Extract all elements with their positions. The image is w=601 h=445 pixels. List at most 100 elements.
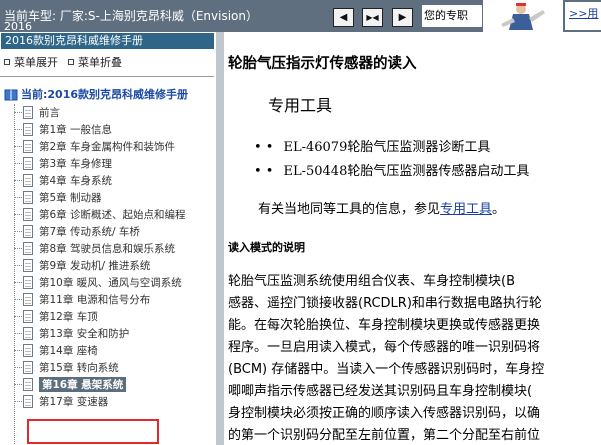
reference-text: 有关当地同等工具的信息，参见 [258,202,441,217]
document-icon [23,139,33,153]
back-button[interactable]: ◀ [333,8,354,27]
highlight-box [27,419,159,444]
reference-paragraph: 有关当地同等工具的信息，参见专用工具。 [258,198,505,217]
menu-controls: 菜单展开 菜单折叠 [4,54,122,70]
tree-item[interactable]: 第13章 安全和防护 [14,325,129,341]
tree-item-label: 第16章 悬架系统 [39,376,127,392]
document-icon [23,122,33,136]
document-icon [23,190,33,204]
triangle-right-icon: ▶ [398,12,407,23]
section-heading: 读入模式的说明 [228,241,305,254]
collapse-all-button[interactable]: 菜单折叠 [68,54,122,70]
reference-end: 。 [492,202,506,217]
tree-item[interactable]: 第17章 变速器 [14,393,108,409]
tree-item-label: 第17章 变速器 [39,395,109,408]
paragraph-line: 的第一个识别码分配至左前位置，第二个分配至右前位 [228,428,541,443]
tree-item[interactable]: 前言 [14,104,60,120]
document-icon [23,360,33,374]
vehicle-label: 当前车型: 厂家:S-上海别克昂科威（Envision） [4,9,259,23]
paragraph-line: 轮胎气压监测系统使用组合仪表、车身控制模块(B [228,274,515,289]
tool-label: EL-46079轮胎气压监测器诊断工具 [283,140,491,155]
expand-all-button[interactable]: 菜单展开 [4,54,58,70]
content-pane: 轮胎气压指示灯传感器的读入 专用工具 • • EL-46079轮胎气压监测器诊断工… [224,32,601,445]
paragraph-line: 程序。一旦启用读入模式，每个传感器的唯一识别码将 [228,340,541,355]
tree-item[interactable]: 第12章 车顶 [14,308,98,324]
document-icon [23,292,33,306]
document-icon [23,258,33,272]
tree-item[interactable]: 第2章 车身金属构件和装饰件 [14,138,175,154]
document-icon [23,343,33,357]
document-icon [23,377,33,391]
tree-item[interactable]: 第8章 驾驶员信息和娱乐系统 [14,240,175,256]
square-icon [68,59,74,65]
document-icon [23,105,33,119]
tree-item-label: 前言 [39,106,60,119]
tree-item[interactable]: 第11章 电源和信号分布 [14,291,150,307]
tree-item[interactable]: 第5章 制动器 [14,189,102,205]
bullet-icon: • • [254,164,274,179]
panel-splitter[interactable] [216,32,224,445]
document-icon [23,207,33,221]
current-node[interactable]: 当前:2016款别克昂科威维修手册 [4,86,188,102]
tree-item[interactable]: 第1章 一般信息 [14,121,112,137]
forward-button[interactable]: ▶ [392,8,413,27]
document-icon [23,224,33,238]
tree-connector [14,196,22,198]
tree-item[interactable]: 第6章 诊断概述、起始点和编程 [14,206,186,222]
tree-item-label: 第7章 传动系统/ 车桥 [39,225,140,238]
current-node-label: 当前:2016款别克昂科威维修手册 [21,88,189,101]
manual-title: 2016款别克昂科威维修手册 [1,33,214,49]
tree-item[interactable]: 第16章 悬架系统 [14,376,127,392]
tree-item[interactable]: 第3章 车身修理 [14,155,112,171]
tree-item-label: 第12章 车顶 [39,310,98,323]
page-title: 轮胎气压指示灯传感器的读入 [228,55,417,72]
tools-heading: 专用工具 [268,96,333,115]
tool-item: • • EL-50448轮胎气压监测器传感器启动工具 [254,160,529,179]
more-link[interactable]: >>用 [569,5,598,21]
tree-connector [14,111,22,113]
tree-item[interactable]: 第7章 传动系统/ 车桥 [14,223,140,239]
paragraph-line: 身控制模块必须按正确的顺序读入传感器识别码，以确 [228,406,541,421]
tree-item-label: 第5章 制动器 [39,191,102,204]
tree-item[interactable]: 第14章 座椅 [14,342,98,358]
tree-item-label: 第11章 电源和信号分布 [39,293,151,306]
top-bar: 当前车型: 厂家:S-上海别克昂科威（Envision） 2016 ◀ ▶◀ ▶… [0,0,601,32]
paragraph-line: 能。在每次轮胎换位、车身控制模块更换或传感器更换 [228,318,541,333]
tree-connector [14,332,22,334]
sidebar: 2016款别克昂科威维修手册 菜单展开 菜单折叠 当前:2016款别克昂科威维修… [0,32,217,445]
tree-item-label: 第8章 驾驶员信息和娱乐系统 [39,242,176,255]
more-panel: >>用 [564,2,601,30]
divider [0,76,214,77]
tree-connector [14,264,22,266]
tree-item[interactable]: 第9章 发动机/ 推进系统 [14,257,150,273]
tree-item-label: 第3章 车身修理 [39,157,113,170]
tree-connector [14,145,22,147]
mechanic-icon [483,0,563,32]
expand-button[interactable]: ▶◀ [362,8,383,27]
tree-item-label: 第4章 车身系统 [39,174,113,187]
tree-item-label: 第13章 安全和防护 [39,327,130,340]
expert-panel: 您的专职 [422,5,482,27]
square-icon [4,59,10,65]
expand-arrows-icon: ▶◀ [366,13,379,22]
document-icon [23,394,33,408]
paragraph-line: (BCM) 存储器中。当读入一个传感器识别码时，车身控 [228,362,545,377]
year-label: 2016 [4,20,32,33]
collapse-all-label: 菜单折叠 [78,56,122,69]
tool-item: • • EL-46079轮胎气压监测器诊断工具 [254,136,490,155]
document-icon [23,156,33,170]
special-tools-link[interactable]: 专用工具 [440,202,492,217]
tree-item[interactable]: 第15章 转向系统 [14,359,119,375]
bullet-icon: • • [254,140,274,155]
tree-item[interactable]: 第10章 暖风、通风与空调系统 [14,274,182,290]
tool-label: EL-50448轮胎气压监测器传感器启动工具 [283,164,530,179]
tree-item-label: 第2章 车身金属构件和装饰件 [39,140,176,153]
tree-item[interactable]: 第4章 车身系统 [14,172,112,188]
tree-connector [14,383,22,385]
paragraph-line: 唧唧声指示传感器已经发送其识别码且车身控制模块( [228,384,533,399]
tree-item-label: 第10章 暖风、通风与空调系统 [39,276,182,289]
tree-connector [14,400,22,402]
triangle-left-icon: ◀ [339,12,348,23]
document-icon [23,173,33,187]
tree-connector [14,213,22,215]
